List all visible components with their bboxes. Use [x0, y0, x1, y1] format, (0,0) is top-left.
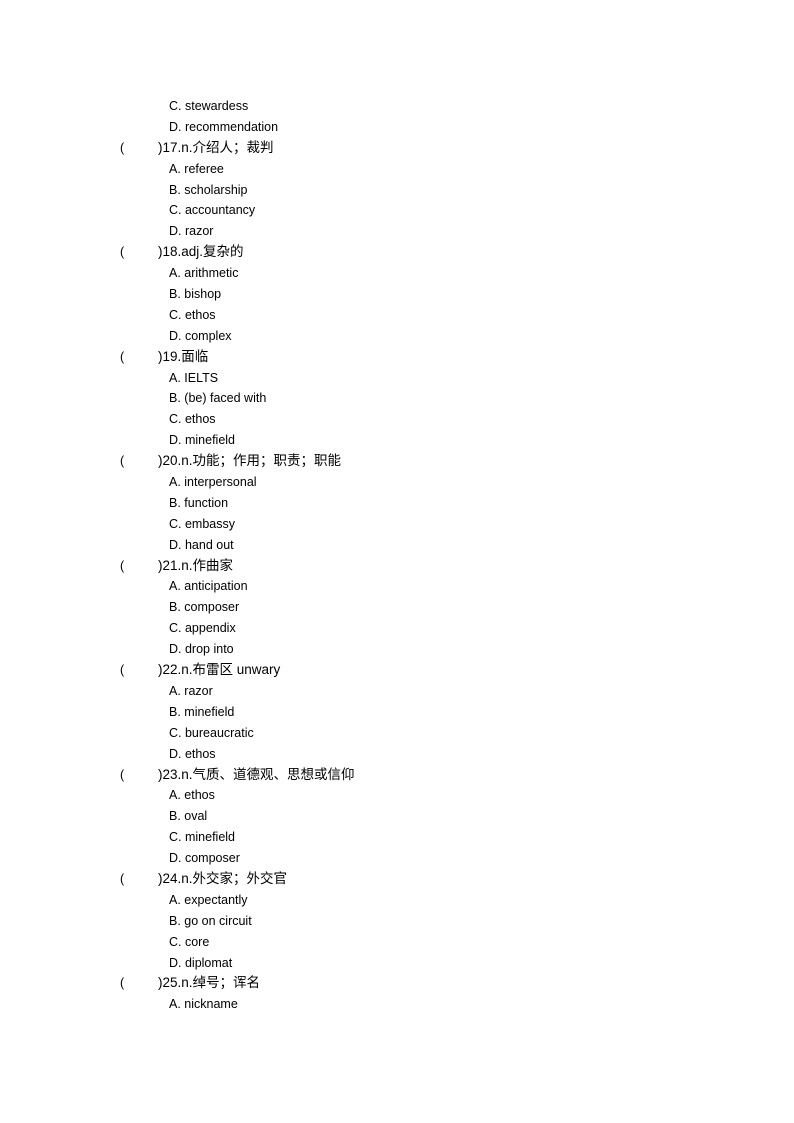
answer-blank-open-paren: ( [120, 871, 125, 886]
question-prompt: )18.adj.复杂的 [158, 244, 244, 260]
answer-option: A. IELTS [169, 370, 219, 385]
question-line: ( )23.n.气质、道德观、思想或信仰 [0, 765, 794, 786]
answer-blank-open-paren: ( [120, 454, 125, 469]
question-prompt: )19.面临 [158, 348, 209, 364]
answer-option: D. composer [169, 851, 240, 866]
question-prompt: )21.n.作曲家 [158, 557, 234, 573]
answer-option: B. go on circuit [169, 913, 252, 928]
answer-option: D. ethos [169, 746, 216, 761]
answer-option: B. minefield [169, 704, 235, 719]
question-block-21: ( )21.n.作曲家 A. anticipation B. composer C. a… [0, 556, 794, 660]
question-block-18: ( )18.adj.复杂的 A. arithmetic B. bishop C. eth… [0, 242, 794, 346]
answer-option: C. ethos [169, 412, 216, 427]
answer-blank-open-paren: ( [120, 558, 125, 573]
answer-option: D. hand out [169, 537, 234, 552]
answer-option: D. minefield [169, 433, 235, 448]
answer-blank-open-paren: ( [120, 140, 125, 155]
question-list: ( )17.n.介绍人；裁判 A. referee B. scholarship C. … [0, 138, 794, 1015]
question-prompt: )22.n.布雷区 unwary [158, 662, 281, 678]
answer-option: C. ethos [169, 307, 216, 322]
question-line: ( )21.n.作曲家 [0, 556, 794, 577]
question-prompt: )25.n.绰号；诨名 [158, 975, 261, 991]
answer-option: D. drop into [169, 642, 234, 657]
answer-option: D. diplomat [169, 955, 233, 970]
answer-option: C. bureaucratic [169, 725, 254, 740]
answer-option: D. complex [169, 328, 232, 343]
option-d-recommendation: D. recommendation [169, 119, 279, 134]
answer-option: A. nickname [169, 997, 238, 1012]
answer-option: A. expectantly [169, 892, 248, 907]
answer-option: B. oval [169, 809, 208, 824]
question-block-24: ( )24.n.外交家；外交官 A. expectantly B. go on cir… [0, 869, 794, 973]
answer-option: A. arithmetic [169, 266, 239, 281]
question-block-19: ( )19.面临 A. IELTS B. (be) faced with C. etho… [0, 347, 794, 451]
answer-option: A. razor [169, 683, 213, 698]
option-c-stewardess: C. stewardess [169, 99, 249, 113]
question-prompt: )24.n.外交家；外交官 [158, 870, 288, 886]
question-line: ( )19.面临 [0, 347, 794, 368]
question-block-25: ( )25.n.绰号；诨名 A. nickname [0, 973, 794, 1015]
answer-blank-open-paren: ( [120, 663, 125, 678]
question-prompt: )20.n.功能；作用；职责；职能 [158, 453, 342, 469]
answer-option: C. embassy [169, 516, 235, 531]
answer-blank-open-paren: ( [120, 976, 125, 991]
answer-option: A. anticipation [169, 579, 248, 594]
question-prompt: )23.n.气质、道德观、思想或信仰 [158, 766, 355, 782]
answer-option: A. interpersonal [169, 475, 257, 490]
question-block-23: ( )23.n.气质、道德观、思想或信仰 A. ethos B. oval C. min… [0, 765, 794, 869]
answer-blank-open-paren: ( [120, 349, 125, 364]
question-prompt: )17.n.介绍人；裁判 [158, 139, 274, 155]
question-line: ( )17.n.介绍人；裁判 [0, 138, 794, 159]
answer-option: A. ethos [169, 788, 215, 803]
answer-option: B. function [169, 495, 229, 510]
question-line: ( )20.n.功能；作用；职责；职能 [0, 451, 794, 472]
document-page: C. stewardess D. recommendation ( )17.n.介… [0, 96, 794, 1015]
answer-option: A. referee [169, 161, 224, 176]
answer-option: C. minefield [169, 830, 235, 845]
answer-option: B. composer [169, 600, 240, 615]
answer-blank-open-paren: ( [120, 767, 125, 782]
question-block-22: ( )22.n.布雷区 unwary A. razor B. minefield C. … [0, 660, 794, 764]
answer-option: C. appendix [169, 621, 236, 636]
answer-option: D. razor [169, 224, 214, 239]
answer-option: B. bishop [169, 287, 222, 302]
answer-option: B. scholarship [169, 182, 248, 197]
question-line: ( )22.n.布雷区 unwary [0, 660, 794, 681]
question-line: ( )24.n.外交家；外交官 [0, 869, 794, 890]
question-block-20: ( )20.n.功能；作用；职责；职能 A. interpersonal B. fun… [0, 451, 794, 555]
answer-option: C. accountancy [169, 203, 256, 218]
answer-option: C. core [169, 934, 210, 949]
question-line: ( )25.n.绰号；诨名 [0, 973, 794, 994]
answer-blank-open-paren: ( [120, 245, 125, 260]
question-block-17: ( )17.n.介绍人；裁判 A. referee B. scholarship C. … [0, 138, 794, 242]
question-line: ( )18.adj.复杂的 [0, 242, 794, 263]
answer-option: B. (be) faced with [169, 391, 267, 406]
